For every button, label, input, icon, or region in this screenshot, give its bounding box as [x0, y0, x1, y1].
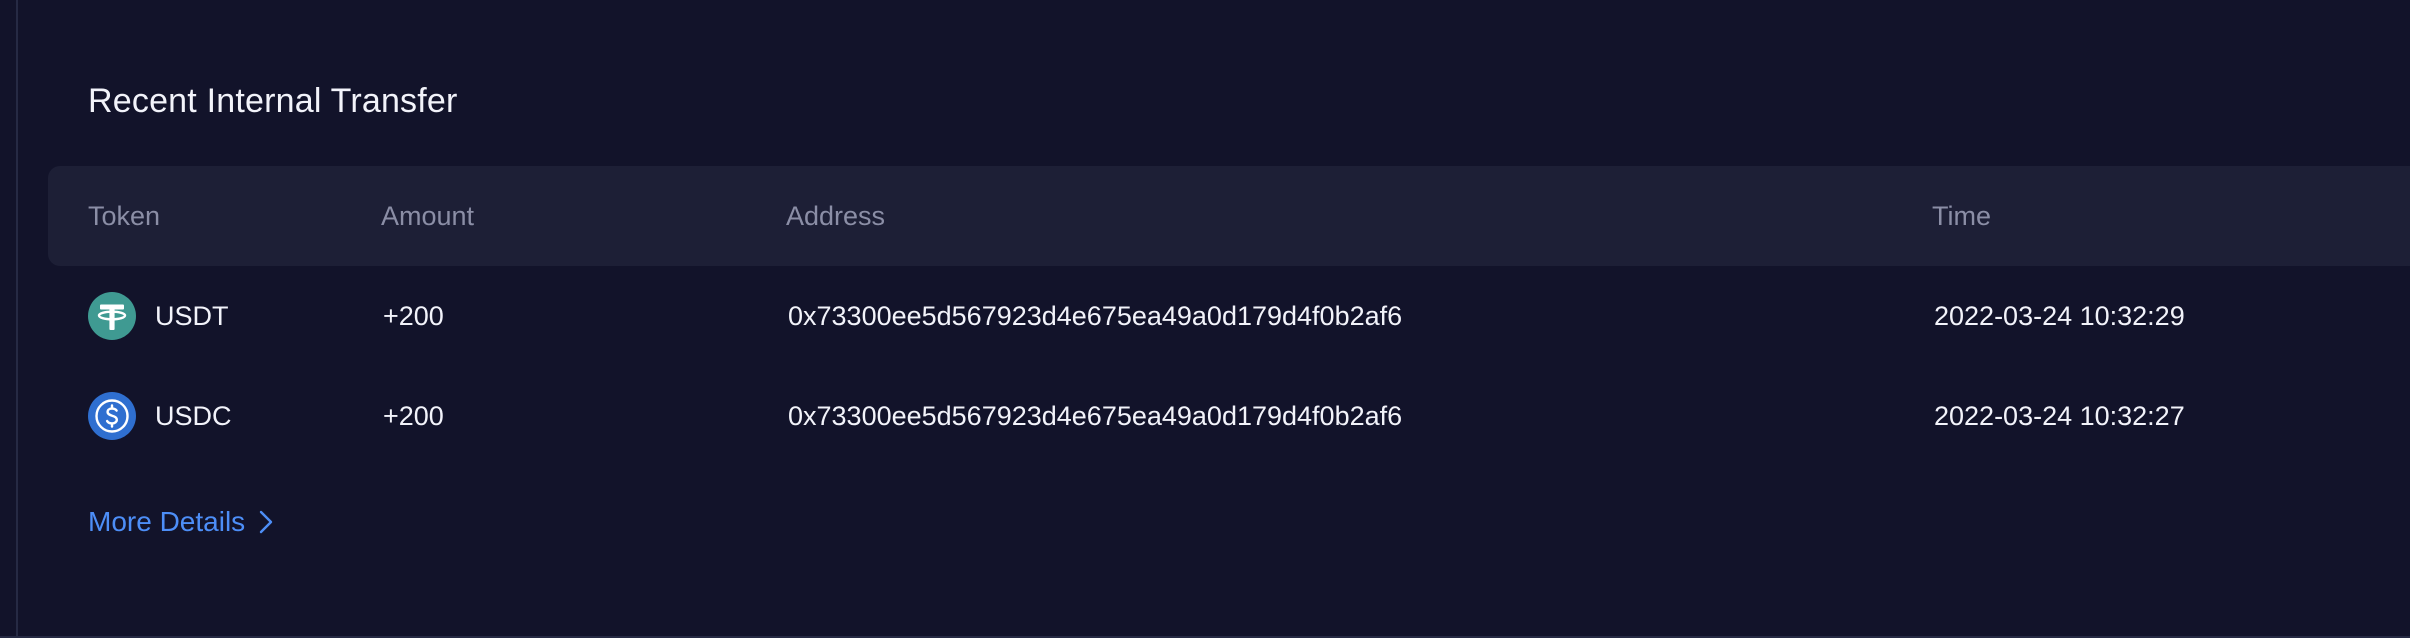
token-name: USDT — [155, 301, 229, 331]
table-row: USDC +200 0x73300ee5d567923d4e675ea49a0d… — [0, 366, 2410, 466]
section-title: Recent Internal Transfer — [88, 82, 458, 120]
recent-internal-transfer-panel: Recent Internal Transfer Token Amount Ad… — [0, 0, 2410, 638]
column-header-token: Token — [88, 201, 161, 231]
more-details-link[interactable]: More Details — [88, 502, 275, 542]
column-header-time: Time — [1932, 201, 1991, 231]
amount-value: +200 — [383, 301, 444, 331]
address-value[interactable]: 0x73300ee5d567923d4e675ea49a0d179d4f0b2a… — [788, 298, 1402, 334]
address-value[interactable]: 0x73300ee5d567923d4e675ea49a0d179d4f0b2a… — [788, 398, 1402, 434]
more-details-label: More Details — [88, 506, 246, 537]
column-header-amount: Amount — [381, 201, 475, 231]
table-header: Token Amount Address Time — [48, 166, 2410, 266]
time-value: 2022-03-24 10:32:29 — [1934, 301, 2185, 331]
token-name: USDC — [155, 401, 232, 431]
table-row: USDT +200 0x73300ee5d567923d4e675ea49a0d… — [0, 266, 2410, 366]
usdt-tether-icon — [88, 292, 136, 340]
column-header-address: Address — [786, 201, 886, 231]
amount-value: +200 — [383, 401, 444, 431]
time-value: 2022-03-24 10:32:27 — [1934, 401, 2185, 431]
usdc-circle-icon — [88, 392, 136, 440]
chevron-right-icon — [259, 510, 273, 534]
